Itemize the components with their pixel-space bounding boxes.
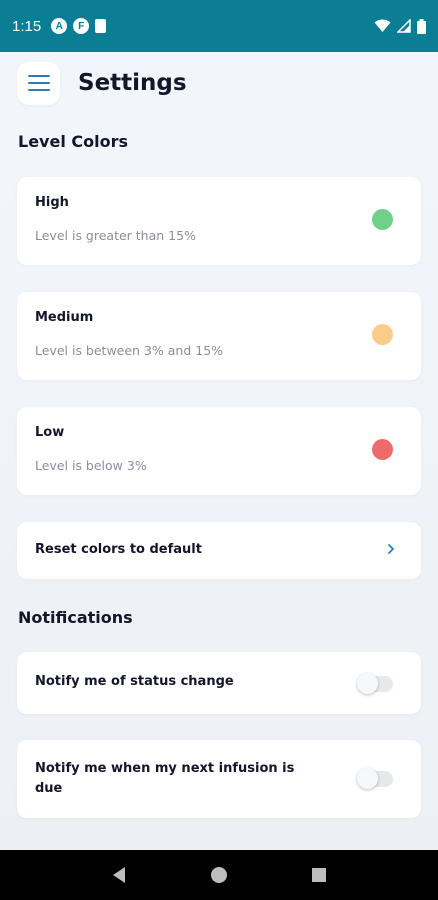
level-description: Level is between 3% and 15% <box>35 343 224 358</box>
toggle-knob <box>357 673 378 694</box>
section-title-notifications: Notifications <box>18 608 133 627</box>
status-time: 1:15 <box>12 17 42 35</box>
status-system-icons <box>374 18 426 34</box>
recents-icon[interactable] <box>311 867 327 883</box>
reset-colors-label: Reset colors to default <box>35 542 202 557</box>
back-icon[interactable] <box>111 866 127 884</box>
level-label: Medium <box>35 310 94 325</box>
level-label: Low <box>35 425 65 440</box>
battery-icon <box>417 18 426 34</box>
notify-infusion-due-toggle[interactable] <box>357 768 393 789</box>
header: Settings <box>17 60 421 106</box>
notify-status-change-label: Notify me of status change <box>35 674 234 689</box>
level-description: Level is below 3% <box>35 458 147 473</box>
toggle-knob <box>357 768 378 789</box>
reset-colors-button[interactable]: Reset colors to default <box>17 522 421 579</box>
status-notification-icons: A F <box>51 18 107 34</box>
notify-infusion-due-row: Notify me when my next infusion is due <box>17 740 421 818</box>
notify-status-change-toggle[interactable] <box>357 673 393 694</box>
level-color-high[interactable]: High Level is greater than 15% <box>17 177 421 265</box>
sd-card-icon <box>95 19 107 33</box>
color-swatch-low[interactable] <box>372 439 393 460</box>
section-title-level-colors: Level Colors <box>18 132 129 151</box>
level-color-low[interactable]: Low Level is below 3% <box>17 407 421 495</box>
status-bar: 1:15 A F <box>0 0 438 52</box>
page-title: Settings <box>78 70 187 96</box>
level-description: Level is greater than 15% <box>35 228 196 243</box>
app-a-icon: A <box>51 18 68 34</box>
system-nav-bar <box>0 850 438 900</box>
color-swatch-high[interactable] <box>372 209 393 230</box>
signal-icon <box>397 19 411 33</box>
home-icon[interactable] <box>210 866 228 884</box>
level-label: High <box>35 195 69 210</box>
hamburger-menu-icon[interactable] <box>17 61 60 105</box>
notify-status-change-row: Notify me of status change <box>17 652 421 714</box>
wifi-icon <box>374 19 391 32</box>
color-swatch-medium[interactable] <box>372 324 393 345</box>
chevron-right-icon <box>388 544 394 554</box>
app-f-icon: F <box>73 18 90 34</box>
level-color-medium[interactable]: Medium Level is between 3% and 15% <box>17 292 421 380</box>
notify-infusion-due-label: Notify me when my next infusion is due <box>35 761 295 796</box>
